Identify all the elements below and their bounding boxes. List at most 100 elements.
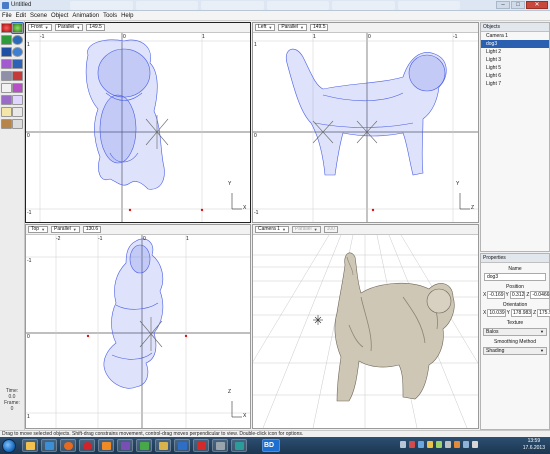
object-item[interactable]: dog3 (481, 40, 549, 48)
maximize-button[interactable]: □ (511, 1, 525, 9)
orientation-x-field[interactable]: 10.039 (487, 309, 506, 317)
objects-panel: Objects Camera 1 dog3 Light 2 Light 3 Li… (480, 22, 550, 252)
tick-x-neg1: -1 (98, 236, 103, 242)
app-icon-purple[interactable] (117, 439, 133, 452)
tool-box-icon[interactable] (12, 59, 23, 69)
tool-camera-icon[interactable] (12, 83, 23, 93)
tick-x-neg1: -1 (40, 34, 45, 40)
tool-skeleton-icon[interactable] (12, 95, 23, 105)
tray-icon[interactable] (418, 441, 424, 448)
axis-label-b: X (243, 413, 247, 419)
tool-sphere-primitive-icon[interactable] (12, 47, 23, 57)
app-icon-red[interactable] (193, 439, 209, 452)
app-icon-gold[interactable] (155, 439, 171, 452)
firefox-icon[interactable] (60, 439, 76, 452)
object-item[interactable]: Camera 1 (481, 32, 549, 40)
tool-polymesh-icon[interactable] (1, 95, 12, 105)
menu-help[interactable]: Help (121, 13, 133, 19)
menu-edit[interactable]: Edit (16, 13, 26, 19)
dog-mesh-left[interactable] (285, 48, 447, 176)
texture-select[interactable]: Balos ▼ (483, 328, 547, 336)
name-field[interactable]: dog3 (484, 273, 546, 281)
object-item[interactable]: Light 2 (481, 48, 549, 56)
orientation-fields: X10.039 Y178.983 Z175.918 (483, 309, 550, 317)
tray-icon[interactable] (409, 441, 415, 448)
tool-cube-icon[interactable] (1, 47, 12, 57)
viewport-front[interactable]: Front ▼ Parallel ▼ 149.5 -1 0 1 1 0 -1 Y… (25, 22, 251, 223)
menu-object[interactable]: Object (51, 13, 68, 19)
tool-bulb-icon[interactable] (1, 107, 12, 117)
smoothing-select[interactable]: Shading ▼ (483, 347, 547, 355)
close-button[interactable]: ✕ (526, 1, 548, 9)
tick-y-1: 1 (254, 42, 257, 48)
tool-select-icon[interactable] (11, 22, 24, 34)
tray-icon[interactable] (463, 441, 469, 448)
app-icon-green[interactable] (136, 439, 152, 452)
light-marker[interactable] (313, 315, 323, 325)
tool-light-icon[interactable] (12, 71, 23, 81)
tool-paint-icon[interactable] (1, 119, 12, 129)
projection-select[interactable]: Parallel ▼ (278, 24, 307, 31)
tool-sphere-icon[interactable] (1, 23, 12, 33)
position-z-field[interactable]: -0.0466 (530, 291, 550, 299)
app-icon-gray[interactable] (212, 439, 228, 452)
tray-icon[interactable] (427, 441, 433, 448)
explorer-icon[interactable] (22, 439, 38, 452)
menu-animation[interactable]: Animation (72, 13, 99, 19)
tool-scale-icon[interactable] (1, 71, 12, 81)
view-select[interactable]: Camera 1 ▼ (255, 226, 289, 233)
tray-icon[interactable] (400, 441, 406, 448)
tool-cylinder-icon[interactable] (12, 35, 23, 45)
view-select[interactable]: Left ▼ (255, 24, 276, 31)
position-y-field[interactable]: 0.312 (509, 291, 526, 299)
app-icon-blue[interactable] (174, 439, 190, 452)
window-title: Untitled (11, 2, 32, 8)
tray-icon[interactable] (454, 441, 460, 448)
tool-move-icon[interactable] (12, 107, 23, 117)
projection-select[interactable]: Parallel ▼ (51, 226, 80, 233)
tool-mesh-icon[interactable] (1, 35, 12, 45)
clock-time: 13:59 (527, 438, 541, 444)
viewport-top[interactable]: Top ▼ Parallel ▼ 130.6 -2 -1 0 1 -1 0 1 … (25, 224, 251, 429)
viewport-left[interactable]: Left ▼ Parallel ▼ 149.5 1 0 -1 1 0 -1 Y … (252, 22, 479, 223)
app-icon-orange[interactable] (98, 439, 114, 452)
menu-file[interactable]: File (2, 13, 12, 19)
menu-scene[interactable]: Scene (30, 13, 47, 19)
view-select[interactable]: Front ▼ (28, 24, 52, 31)
view-select[interactable]: Top ▼ (28, 226, 49, 233)
projection-select[interactable]: Parallel ▼ (54, 24, 84, 31)
menu-tools[interactable]: Tools (103, 13, 117, 19)
tray-icon[interactable] (436, 441, 442, 448)
tick-y-1: 1 (27, 42, 30, 48)
zoom-field[interactable]: 149.5 (86, 24, 105, 31)
media-icon[interactable] (41, 439, 57, 452)
app-icon (2, 2, 9, 9)
object-item[interactable]: Light 7 (481, 80, 549, 88)
zoom-field[interactable]: 149.5 (309, 24, 329, 31)
bd-app-icon[interactable]: BD (262, 439, 280, 452)
dog-mesh-top[interactable] (103, 238, 164, 389)
tick-y-neg1: -1 (27, 210, 32, 216)
start-button[interactable] (2, 439, 16, 453)
viewport-camera[interactable]: Camera 1 ▼ Parallel ▼ 100 (252, 224, 479, 429)
minimize-button[interactable]: – (496, 1, 510, 9)
object-item[interactable]: Light 6 (481, 72, 549, 80)
app-icon-teal[interactable] (231, 439, 247, 452)
tool-compass-icon[interactable] (12, 119, 23, 129)
tool-cone-icon[interactable] (1, 59, 12, 69)
object-item[interactable]: Light 3 (481, 56, 549, 64)
position-x-field[interactable]: -0.169 (487, 291, 505, 299)
tool-curve-icon[interactable] (1, 83, 12, 93)
axis-label-b: X (243, 205, 247, 211)
volume-icon[interactable] (472, 441, 478, 448)
clock[interactable]: 13:59 17.6.2013 (523, 438, 545, 452)
orientation-y-field[interactable]: 178.983 (510, 309, 533, 317)
orientation-z-field[interactable]: 175.918 (537, 309, 550, 317)
object-item[interactable]: Light 5 (481, 64, 549, 72)
zoom-field[interactable]: 130.6 (82, 226, 102, 233)
tray-icon[interactable] (445, 441, 451, 448)
status-bar: Drag to move selected objects. Shift-dra… (0, 430, 550, 437)
opera-icon[interactable] (79, 439, 95, 452)
dog-mesh-front[interactable] (85, 39, 165, 190)
dog-render[interactable] (334, 252, 455, 402)
